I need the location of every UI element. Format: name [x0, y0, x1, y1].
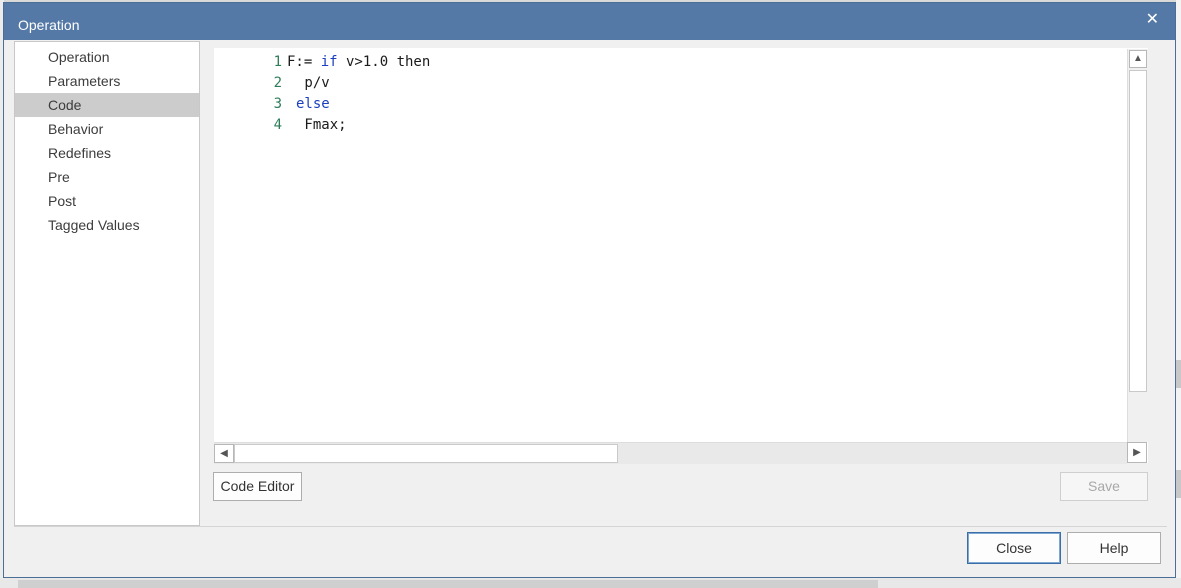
code-editor-area[interactable]: 1 F:= if v>1.0 then 2 p/v 3 else 4 Fmax;: [214, 48, 1148, 463]
nav-item-parameters[interactable]: Parameters: [15, 69, 199, 93]
line-number: 3: [273, 96, 282, 112]
title-bar: Operation ✕: [4, 3, 1175, 40]
close-icon[interactable]: ✕: [1146, 9, 1159, 29]
nav-item-behavior[interactable]: Behavior: [15, 117, 199, 141]
horizontal-scrollbar[interactable]: ◀: [214, 442, 1127, 464]
footer-divider: [14, 526, 1167, 527]
code-token: v>1.0 then: [337, 54, 431, 70]
nav-item-post[interactable]: Post: [15, 189, 199, 213]
nav-item-pre[interactable]: Pre: [15, 165, 199, 189]
background-app-strip: [1176, 470, 1181, 498]
code-token: p/v: [296, 75, 330, 91]
window-title: Operation: [18, 17, 80, 33]
nav-item-redefines[interactable]: Redefines: [15, 141, 199, 165]
help-button[interactable]: Help: [1067, 532, 1161, 564]
nav-item-tagged-values[interactable]: Tagged Values: [15, 213, 199, 237]
code-token: Fmax;: [296, 117, 347, 133]
code-editor-button[interactable]: Code Editor: [213, 472, 302, 501]
horizontal-scroll-thumb[interactable]: [234, 444, 618, 463]
background-app-right: [1176, 0, 1181, 588]
vertical-scrollbar[interactable]: ▲: [1127, 49, 1148, 442]
line-number: 2: [273, 75, 282, 91]
line-number: 1: [273, 54, 282, 70]
arrow-right-icon[interactable]: ▶: [1127, 442, 1147, 463]
code-token: F:=: [287, 54, 321, 70]
line-text[interactable]: else: [296, 94, 330, 115]
operation-dialog: Operation ✕ Operation Parameters Code Behav…: [3, 2, 1176, 578]
line-text[interactable]: p/v: [296, 73, 330, 94]
line-text[interactable]: F:= if v>1.0 then: [287, 52, 430, 73]
save-button[interactable]: Save: [1060, 472, 1148, 501]
nav-item-operation[interactable]: Operation: [15, 45, 199, 69]
close-button[interactable]: Close: [967, 532, 1061, 564]
line-text[interactable]: Fmax;: [296, 115, 347, 136]
code-keyword: if: [320, 54, 338, 70]
line-number: 4: [273, 117, 282, 133]
arrow-left-icon[interactable]: ◀: [214, 444, 234, 463]
category-nav: Operation Parameters Code Behavior Redefines…: [14, 41, 200, 526]
code-keyword: else: [296, 96, 330, 112]
background-app-strip: [1176, 360, 1181, 388]
background-app-bottom-bar: [18, 580, 878, 588]
vertical-scroll-thumb[interactable]: [1129, 70, 1147, 392]
nav-item-code[interactable]: Code: [15, 93, 199, 117]
arrow-up-icon[interactable]: ▲: [1129, 50, 1147, 68]
